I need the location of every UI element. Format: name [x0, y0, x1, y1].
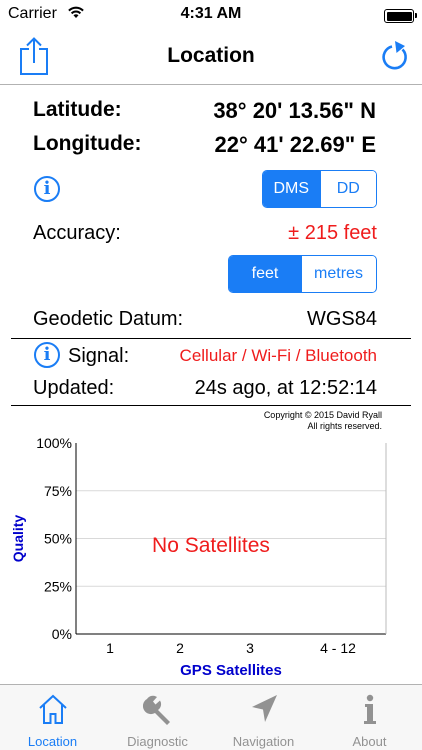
coordinates-info-icon[interactable]: i — [34, 176, 60, 202]
latitude-value: 38° 20' 13.56" N — [213, 98, 376, 123]
unit-option-metres[interactable]: metres — [301, 256, 375, 292]
tab-label-diagnostic: Diagnostic — [127, 734, 188, 749]
tab-label-navigation: Navigation — [232, 734, 295, 749]
unit-option-feet[interactable]: feet — [229, 256, 301, 292]
status-bar: Carrier 4:31 AM — [0, 0, 422, 30]
accuracy-value: ± 215 feet — [288, 222, 377, 244]
unit-toggle[interactable]: feet metres — [228, 255, 377, 293]
x-tick-label: 2 — [176, 640, 184, 656]
x-tick-label: 1 — [106, 640, 114, 656]
accuracy-row: Accuracy: ± 215 feet — [33, 222, 377, 246]
tab-label-location: Location — [27, 734, 78, 749]
updated-row: Updated: 24s ago, at 12:52:14 — [33, 377, 377, 401]
wrench-icon — [142, 693, 173, 725]
satellite-quality-chart: 100% 75% 50% 25% 0% 1 2 3 4 - 12 GPS Satellites Qu… — [10, 435, 387, 679]
status-time: 4:31 AM — [180, 5, 242, 22]
copyright-line: Copyright © 2015 David Ryall — [263, 410, 382, 420]
accuracy-label: Accuracy: — [33, 222, 121, 244]
tab-navigation[interactable]: Navigation — [211, 685, 316, 750]
y-tick-label: 25% — [44, 578, 72, 594]
latitude-label: Latitude: — [33, 98, 122, 121]
format-option-dms[interactable]: DMS — [263, 171, 320, 207]
datum-row: Geodetic Datum: WGS84 — [33, 308, 377, 332]
signal-info-icon[interactable]: i — [34, 342, 60, 368]
y-tick-label: 50% — [44, 531, 72, 547]
longitude-label: Longitude: — [33, 132, 142, 155]
longitude-value: 22° 41' 22.69" E — [214, 132, 376, 157]
tab-bar: Location Diagnostic Navigation About — [0, 684, 422, 750]
updated-label: Updated: — [33, 377, 115, 399]
tab-location[interactable]: Location — [0, 685, 105, 750]
latitude-row: Latitude: 38° 20' 13.56" N — [33, 98, 376, 124]
y-tick-label: 100% — [36, 435, 72, 451]
format-option-dd[interactable]: DD — [319, 171, 376, 207]
x-axis-label: GPS Satellites — [180, 662, 282, 679]
tab-about[interactable]: About — [317, 685, 422, 750]
updated-value: 24s ago, at 12:52:14 — [194, 377, 377, 399]
y-tick-label: 0% — [52, 626, 72, 642]
navigation-bar: Location — [0, 30, 422, 85]
y-axis-label: Quality — [10, 515, 26, 563]
section-divider — [11, 405, 411, 406]
copyright: Copyright © 2015 David Ryall All rights … — [264, 410, 382, 432]
info-icon — [355, 693, 385, 725]
x-tick-label: 3 — [246, 640, 254, 656]
longitude-row: Longitude: 22° 41' 22.69" E — [33, 132, 376, 158]
y-tick-label: 75% — [44, 483, 72, 499]
section-divider — [11, 338, 411, 339]
home-icon — [38, 693, 68, 725]
format-toggle[interactable]: DMS DD — [262, 170, 377, 208]
tab-label-about: About — [352, 734, 387, 749]
signal-label: Signal: — [68, 345, 130, 367]
x-tick-label: 4 - 12 — [320, 640, 356, 656]
refresh-icon[interactable] — [379, 40, 409, 72]
tab-diagnostic[interactable]: Diagnostic — [105, 685, 210, 750]
navigation-arrow-icon — [249, 693, 279, 725]
datum-value: WGS84 — [306, 308, 377, 330]
page-title: Location — [167, 44, 255, 67]
datum-label: Geodetic Datum: — [33, 308, 184, 330]
battery-icon — [384, 9, 417, 23]
no-satellites-message: No Satellites — [152, 534, 270, 557]
signal-value: Cellular / Wi-Fi / Bluetooth — [179, 346, 377, 365]
